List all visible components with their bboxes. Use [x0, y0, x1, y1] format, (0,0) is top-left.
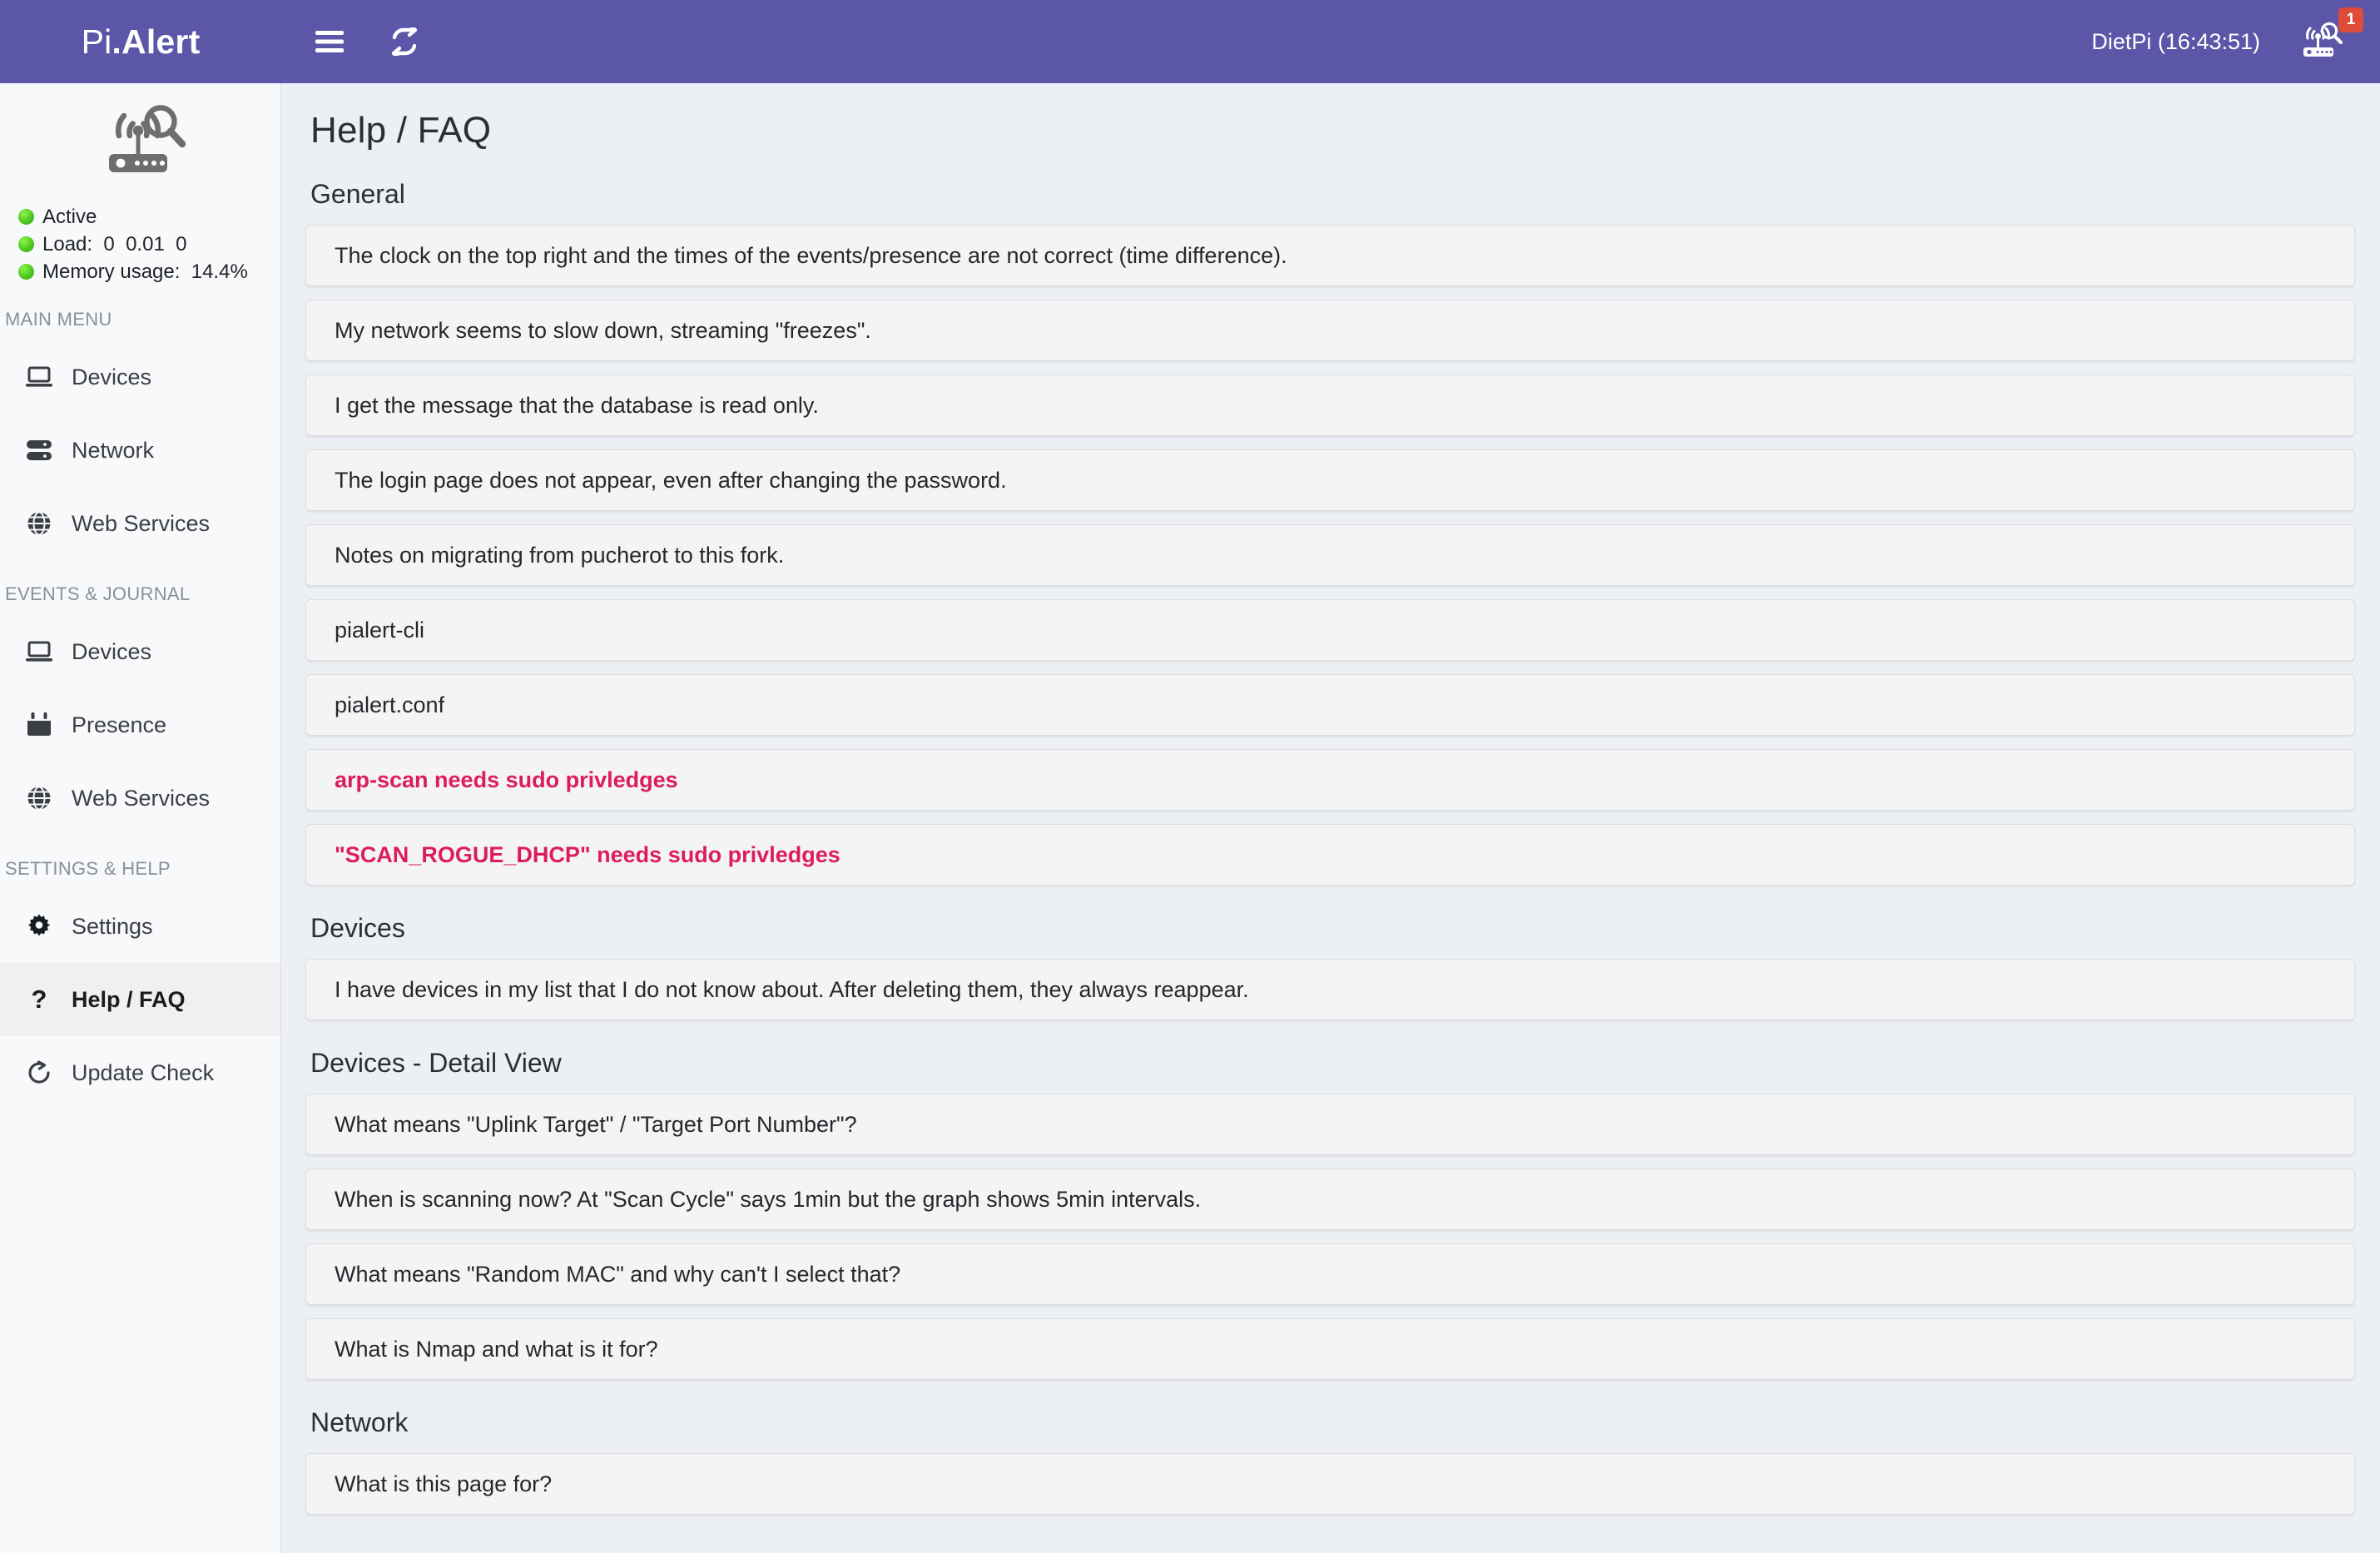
- sidebar-item-devices-main[interactable]: Devices: [0, 340, 280, 414]
- refresh-cw-icon: [25, 1060, 53, 1085]
- faq-item[interactable]: Notes on migrating from pucherot to this…: [305, 524, 2355, 586]
- globe-icon: [25, 511, 53, 536]
- brand-light-text: Pi: [81, 22, 112, 61]
- router-scan-icon[interactable]: 1: [2295, 7, 2363, 65]
- top-header: Pi .Alert DietPi (16:43:51) 1: [0, 0, 2380, 83]
- notification-badge: 1: [2338, 7, 2363, 32]
- question-mark-icon: ?: [31, 985, 47, 1014]
- sidebar-item-presence[interactable]: Presence: [0, 688, 280, 762]
- status-label: Active: [42, 205, 97, 228]
- faq-item[interactable]: I get the message that the database is r…: [305, 375, 2355, 436]
- section-title-general: General: [310, 179, 405, 209]
- status-row: Active: [18, 203, 280, 231]
- gear-icon: [25, 914, 53, 939]
- sidebar: Active Load: 0 0.01 0 Memory usage: 14.4…: [0, 83, 281, 1553]
- sidebar-item-web-services-main[interactable]: Web Services: [0, 487, 280, 560]
- user-clock-label: DietPi (16:43:51): [2091, 28, 2260, 54]
- sidebar-item-label: Network: [72, 437, 155, 463]
- faq-item[interactable]: What means "Uplink Target" / "Target Por…: [305, 1094, 2355, 1155]
- sidebar-item-web-services-events[interactable]: Web Services: [0, 762, 280, 835]
- server-icon: [25, 439, 53, 461]
- faq-item[interactable]: When is scanning now? At "Scan Cycle" sa…: [305, 1168, 2355, 1230]
- faq-item[interactable]: The clock on the top right and the times…: [305, 225, 2355, 286]
- sidebar-item-update-check[interactable]: Update Check: [0, 1036, 280, 1109]
- calendar-icon: [25, 712, 53, 737]
- sidebar-item-network[interactable]: Network: [0, 414, 280, 487]
- repeat-icon[interactable]: [383, 20, 426, 63]
- sidebar-logo: [0, 83, 280, 183]
- status-dot-icon: [18, 236, 34, 252]
- section-title-network: Network: [310, 1407, 409, 1437]
- faq-item-alert[interactable]: arp-scan needs sudo privledges: [305, 749, 2355, 811]
- section-title-devices: Devices: [310, 913, 405, 943]
- faq-item[interactable]: pialert-cli: [305, 599, 2355, 661]
- faq-item[interactable]: My network seems to slow down, streaming…: [305, 300, 2355, 361]
- status-label: Memory usage: 14.4%: [42, 260, 248, 283]
- faq-item[interactable]: What is this page for?: [305, 1453, 2355, 1515]
- faq-item[interactable]: What is Nmap and what is it for?: [305, 1318, 2355, 1380]
- page-title: Help / FAQ: [310, 110, 492, 151]
- sidebar-item-label: Update Check: [72, 1059, 215, 1085]
- sidebar-item-devices-events[interactable]: Devices: [0, 615, 280, 688]
- section-title-devices-detail: Devices - Detail View: [310, 1048, 562, 1078]
- sidebar-item-label: Presence: [72, 712, 167, 737]
- sidebar-item-label: Help / FAQ: [72, 986, 186, 1012]
- laptop-icon: [25, 641, 53, 662]
- sidebar-item-label: Devices: [72, 364, 152, 389]
- globe-icon: [25, 786, 53, 811]
- faq-list-devices-detail: What means "Uplink Target" / "Target Por…: [305, 1094, 2355, 1380]
- brand-bold-text: .Alert: [112, 22, 201, 61]
- faq-item[interactable]: I have devices in my list that I do not …: [305, 959, 2355, 1020]
- app-brand[interactable]: Pi .Alert: [0, 0, 281, 83]
- main-content: Help / FAQ General The clock on the top …: [282, 83, 2380, 1553]
- faq-item[interactable]: pialert.conf: [305, 674, 2355, 736]
- sidebar-item-label: Devices: [72, 638, 152, 664]
- status-dot-icon: [18, 209, 34, 225]
- header-right-group: DietPi (16:43:51) 1: [2091, 7, 2380, 65]
- faq-item-alert[interactable]: "SCAN_ROGUE_DHCP" needs sudo privledges: [305, 824, 2355, 886]
- hamburger-icon[interactable]: [308, 20, 351, 63]
- status-dot-icon: [18, 264, 34, 280]
- status-list: Active Load: 0 0.01 0 Memory usage: 14.4…: [0, 183, 280, 285]
- sidebar-group-header: EVENTS & JOURNAL: [5, 583, 191, 604]
- status-row: Memory usage: 14.4%: [18, 258, 280, 285]
- sidebar-item-label: Web Services: [72, 510, 211, 536]
- status-label: Load: 0 0.01 0: [42, 232, 187, 256]
- sidebar-group-header: SETTINGS & HELP: [5, 858, 171, 879]
- sidebar-item-label: Settings: [72, 913, 153, 939]
- sidebar-item-settings[interactable]: Settings: [0, 890, 280, 963]
- faq-list-devices: I have devices in my list that I do not …: [305, 959, 2355, 1020]
- sidebar-item-help-faq[interactable]: ? Help / FAQ: [0, 963, 280, 1036]
- status-row: Load: 0 0.01 0: [18, 231, 280, 258]
- header-icon-group: [308, 20, 426, 63]
- faq-item[interactable]: The login page does not appear, even aft…: [305, 449, 2355, 511]
- sidebar-group-header: MAIN MENU: [5, 309, 112, 330]
- faq-item[interactable]: What means "Random MAC" and why can't I …: [305, 1243, 2355, 1305]
- laptop-icon: [25, 366, 53, 388]
- faq-list-network: What is this page for?: [305, 1453, 2355, 1515]
- faq-list-general: The clock on the top right and the times…: [305, 225, 2355, 886]
- sidebar-item-label: Web Services: [72, 785, 211, 811]
